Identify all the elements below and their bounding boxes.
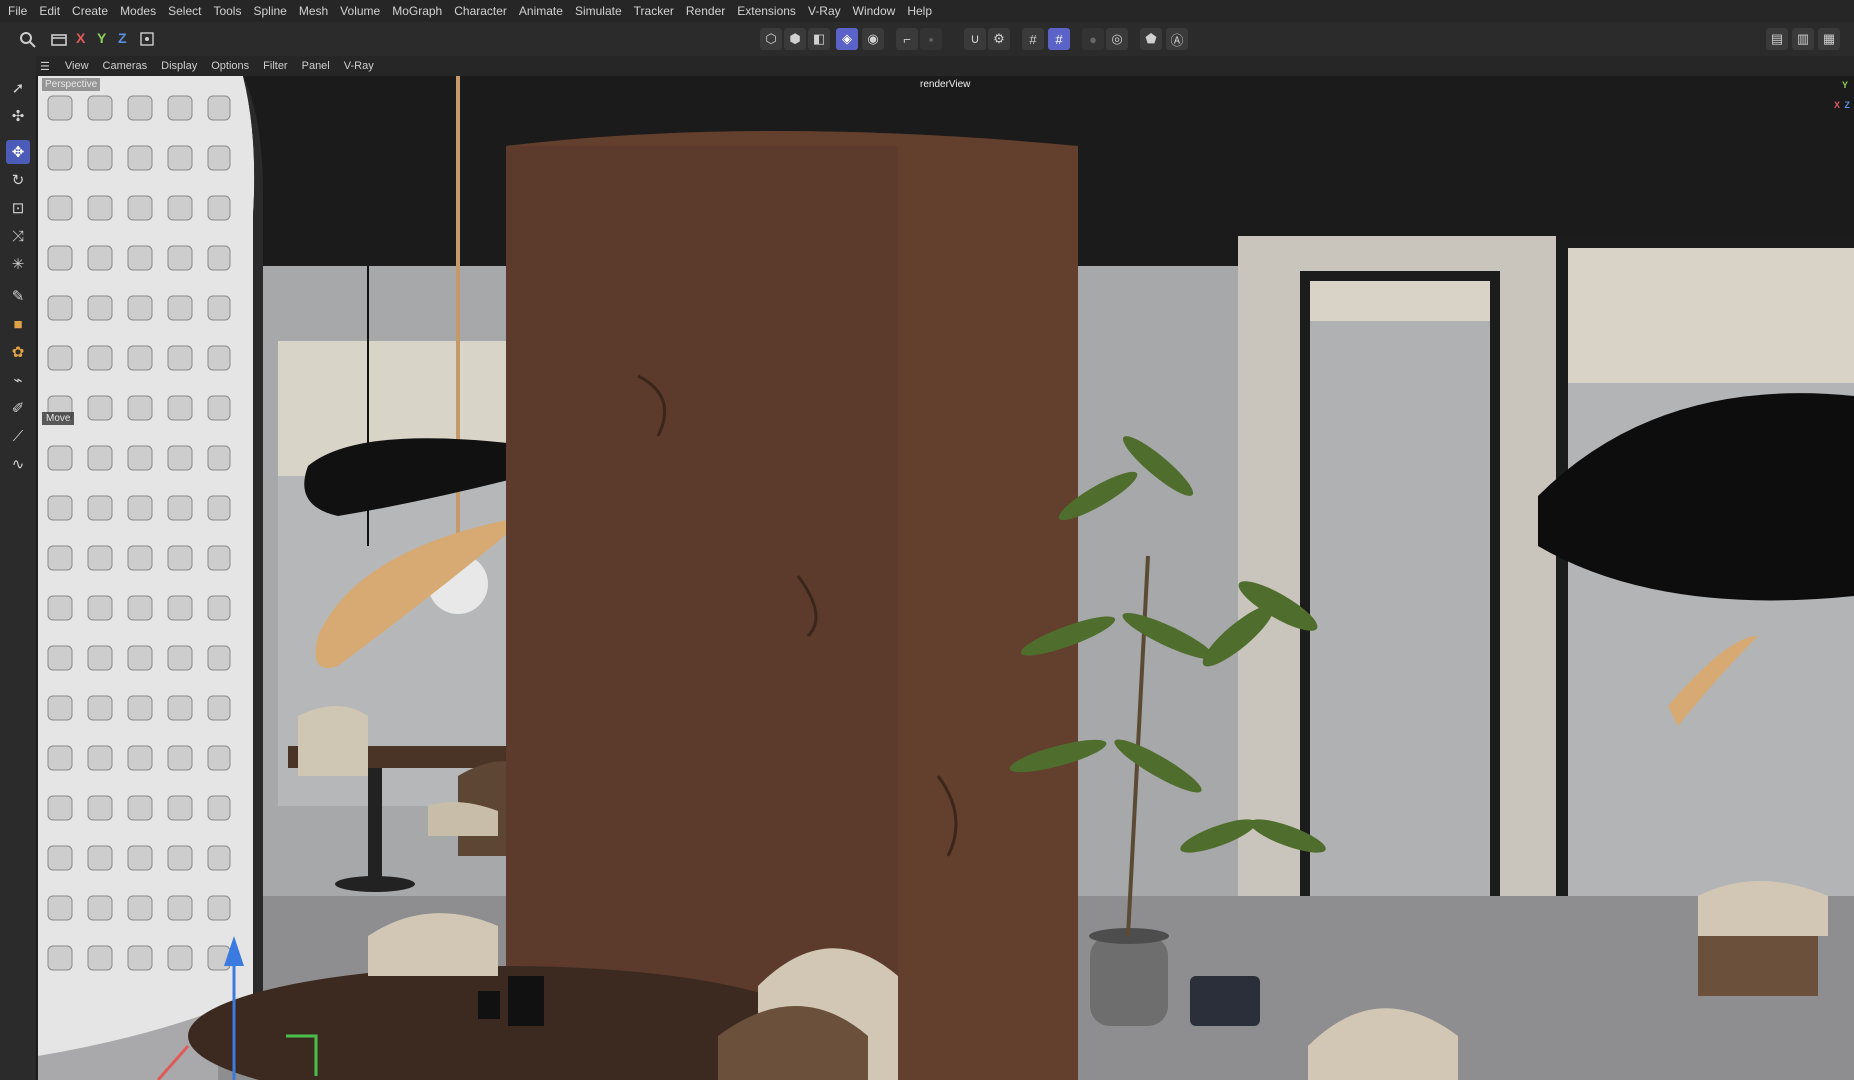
cube-object-icon[interactable]: ⬟ (1140, 28, 1162, 50)
menu-spline[interactable]: Spline (247, 4, 292, 18)
menu-extensions[interactable]: Extensions (731, 4, 802, 18)
viewport-menu-bar: ☰ View Cameras Display Options Filter Panel V-… (36, 56, 1854, 76)
menu-animate[interactable]: Animate (513, 4, 569, 18)
render-settings-icon[interactable]: ◎ (1106, 28, 1128, 50)
axis-z-toggle[interactable]: Z (118, 30, 127, 46)
spline-pen-icon[interactable]: ✎ (6, 284, 30, 308)
axis-y-toggle[interactable]: Y (97, 30, 106, 46)
menu-mograph[interactable]: MoGraph (386, 4, 448, 18)
scale-tool-icon[interactable]: ⊡ (6, 196, 30, 220)
workplane-icon[interactable]: ▪ (920, 28, 942, 50)
menu-bar: File Edit Create Modes Select Tools Spline Mesh… (0, 0, 1854, 22)
paint-brush-icon[interactable]: ✐ (6, 396, 30, 420)
left-tool-palette: ➚ ✣ ✥ ↻ ⊡ ⤨ ✳ ✎ ■ ✿ ⌁ ✐ ⟋ ∿ (0, 56, 37, 1080)
menu-select[interactable]: Select (162, 4, 207, 18)
render-queue-icon[interactable]: ▦ (1818, 28, 1840, 50)
viewport-menu-panel[interactable]: Panel (295, 60, 337, 72)
viewport-menu-v-ray[interactable]: V-Ray (337, 60, 381, 72)
edges-mode-icon[interactable]: ⬢ (784, 28, 806, 50)
texture-mode-icon[interactable]: ◉ (862, 28, 884, 50)
menu-v-ray[interactable]: V-Ray (802, 4, 847, 18)
viewport-menu-options[interactable]: Options (204, 60, 256, 72)
undo-icon[interactable] (48, 28, 70, 50)
menu-mesh[interactable]: Mesh (293, 4, 334, 18)
viewport-menu-cameras[interactable]: Cameras (96, 60, 155, 72)
render-picture-icon[interactable]: ▥ (1792, 28, 1814, 50)
viewport-menu-view[interactable]: View (58, 60, 96, 72)
viewport-menu-filter[interactable]: Filter (256, 60, 294, 72)
auto-key-icon[interactable]: Ⓐ (1166, 28, 1188, 50)
camera-label: Perspective (42, 78, 101, 91)
orientation-gizmo-y: Y (1841, 80, 1848, 90)
select-cursor-icon[interactable]: ➚ (6, 76, 30, 100)
generator-icon[interactable]: ✿ (6, 340, 30, 364)
menu-window[interactable]: Window (847, 4, 902, 18)
viewport-menu-display[interactable]: Display (154, 60, 204, 72)
knife-icon[interactable]: ⟋ (6, 424, 30, 448)
scene-render (38, 76, 1854, 1080)
menu-file[interactable]: File (0, 4, 33, 18)
menu-simulate[interactable]: Simulate (569, 4, 628, 18)
polygons-mode-icon[interactable]: ◧ (808, 28, 830, 50)
menu-modes[interactable]: Modes (114, 4, 162, 18)
render-preview-icon[interactable]: ● (1082, 28, 1104, 50)
main-toolbar: X Y Z ⬡ ⬢ ◧ ◈ ◉ ⌐ ▪ ∪ ⚙ # # ● ◎ ⬟ Ⓐ ▤ ▥ … (0, 22, 1854, 57)
live-selection-icon[interactable]: ✣ (6, 104, 30, 128)
axis-x-toggle[interactable]: X (76, 30, 85, 46)
rotate-tool-icon[interactable]: ↻ (6, 168, 30, 192)
sculpt-icon[interactable]: ∿ (6, 452, 30, 476)
magnet-icon[interactable]: ∪ (964, 28, 986, 50)
menu-edit[interactable]: Edit (33, 4, 66, 18)
tool-tooltip: Move (42, 412, 75, 425)
menu-tools[interactable]: Tools (207, 4, 247, 18)
coordinate-manager-icon[interactable]: ✳ (6, 252, 30, 276)
menu-help[interactable]: Help (901, 4, 938, 18)
render-view-label: renderView (920, 79, 971, 90)
snap-enabled-icon[interactable]: # (1048, 28, 1070, 50)
orientation-gizmo-z: Z (1844, 100, 1851, 110)
search-icon[interactable] (18, 30, 38, 50)
viewport-3d[interactable]: Perspective renderView Move Y X Z (38, 76, 1854, 1080)
object-create-icon[interactable]: ■ (6, 312, 30, 336)
orientation-gizmo-x: X (1833, 100, 1840, 110)
axis-mode-icon[interactable]: ⌐ (896, 28, 918, 50)
transform-tool-icon[interactable]: ⤨ (6, 224, 30, 248)
move-tool-icon[interactable]: ✥ (6, 140, 30, 164)
menu-character[interactable]: Character (448, 4, 513, 18)
menu-volume[interactable]: Volume (334, 4, 386, 18)
viewport-hamburger-icon[interactable]: ☰ (36, 60, 58, 73)
menu-create[interactable]: Create (66, 4, 114, 18)
menu-render[interactable]: Render (680, 4, 731, 18)
coordinate-system-icon[interactable] (136, 28, 158, 50)
brush-icon[interactable]: ⌁ (6, 368, 30, 392)
render-view-icon[interactable]: ▤ (1766, 28, 1788, 50)
points-mode-icon[interactable]: ⬡ (760, 28, 782, 50)
model-mode-icon[interactable]: ◈ (836, 28, 858, 50)
grid-snap-icon[interactable]: # (1022, 28, 1044, 50)
settings-gear-icon[interactable]: ⚙ (988, 28, 1010, 50)
menu-tracker[interactable]: Tracker (628, 4, 680, 18)
